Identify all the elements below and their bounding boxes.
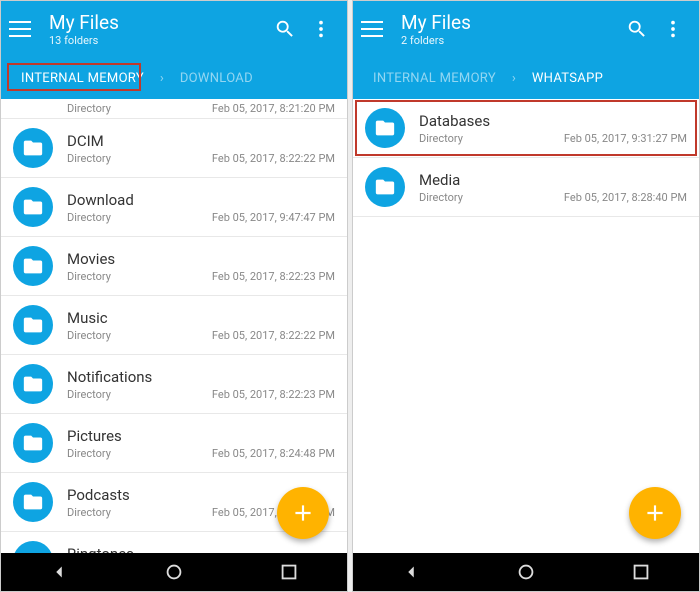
search-icon[interactable] bbox=[267, 11, 303, 47]
menu-icon[interactable] bbox=[9, 15, 37, 43]
folder-type-label: Directory bbox=[67, 388, 111, 401]
list-item[interactable]: Directory Feb 05, 2017, 8:21:20 PM bbox=[1, 99, 347, 119]
row-text: Databases Directory Feb 05, 2017, 9:31:27 … bbox=[419, 112, 687, 145]
list-item[interactable]: Music Directory Feb 05, 2017, 8:22:22 PM bbox=[1, 296, 347, 355]
nav-home-icon[interactable] bbox=[515, 561, 537, 583]
folder-type-label: Directory bbox=[67, 102, 111, 115]
folder-icon bbox=[365, 108, 405, 148]
folder-type-label: Directory bbox=[419, 191, 463, 204]
folder-date-label: Feb 05, 2017, 8:22:23 PM bbox=[212, 270, 335, 283]
folder-name-label: Media bbox=[419, 171, 687, 189]
folder-date-label: Feb 05, 2017, 8:28:40 PM bbox=[564, 191, 687, 204]
search-icon[interactable] bbox=[619, 11, 655, 47]
screen-right: My Files 2 folders INTERNAL MEMORY › WHA… bbox=[352, 0, 700, 592]
list-item[interactable]: Movies Directory Feb 05, 2017, 8:22:23 PM bbox=[1, 237, 347, 296]
folder-icon bbox=[13, 482, 53, 522]
screen-left: My Files 13 folders INTERNAL MEMORY › DO… bbox=[0, 0, 348, 592]
folder-date-label: Feb 05, 2017, 9:31:27 PM bbox=[564, 132, 687, 145]
folder-name-label: Movies bbox=[67, 250, 335, 268]
fab-add[interactable] bbox=[277, 487, 329, 539]
folder-type-label: Directory bbox=[419, 132, 463, 145]
title-block: My Files 13 folders bbox=[49, 11, 267, 47]
app-bar: My Files 13 folders bbox=[1, 1, 347, 57]
nav-back-icon[interactable] bbox=[48, 561, 70, 583]
folder-name-label: Databases bbox=[419, 112, 687, 130]
folder-date-label: Feb 05, 2017, 9:47:47 PM bbox=[212, 211, 335, 224]
folder-date-label: Feb 05, 2017, 8:22:23 PM bbox=[212, 388, 335, 401]
app-bar: My Files 2 folders bbox=[353, 1, 699, 57]
folder-type-label: Directory bbox=[67, 506, 111, 519]
list-item[interactable]: Pictures Directory Feb 05, 2017, 8:24:48 P… bbox=[1, 414, 347, 473]
folder-icon bbox=[13, 423, 53, 463]
row-text: Music Directory Feb 05, 2017, 8:22:22 PM bbox=[67, 309, 335, 342]
folder-type-label: Directory bbox=[67, 329, 111, 342]
row-text: Movies Directory Feb 05, 2017, 8:22:23 PM bbox=[67, 250, 335, 283]
crumb-internal-memory[interactable]: INTERNAL MEMORY bbox=[11, 66, 154, 91]
nav-back-icon[interactable] bbox=[400, 561, 422, 583]
folder-name-label: Pictures bbox=[67, 427, 335, 445]
nav-recent-icon[interactable] bbox=[278, 561, 300, 583]
crumb-internal-memory[interactable]: INTERNAL MEMORY bbox=[363, 66, 506, 91]
app-subtitle: 2 folders bbox=[401, 34, 619, 47]
nav-bar bbox=[1, 553, 347, 591]
folder-type-label: Directory bbox=[67, 447, 111, 460]
app-subtitle: 13 folders bbox=[49, 34, 267, 47]
row-text: Download Directory Feb 05, 2017, 9:47:47 P… bbox=[67, 191, 335, 224]
breadcrumb: INTERNAL MEMORY › WHATSAPP bbox=[353, 57, 699, 99]
list-item[interactable]: Media Directory Feb 05, 2017, 8:28:40 PM bbox=[353, 158, 699, 217]
folder-date-label: Feb 05, 2017, 8:21:20 PM bbox=[212, 102, 335, 115]
fab-add[interactable] bbox=[629, 487, 681, 539]
row-text: Media Directory Feb 05, 2017, 8:28:40 PM bbox=[419, 171, 687, 204]
folder-date-label: Feb 05, 2017, 8:22:22 PM bbox=[212, 152, 335, 165]
folder-icon bbox=[13, 364, 53, 404]
list-item[interactable]: DCIM Directory Feb 05, 2017, 8:22:22 PM bbox=[1, 119, 347, 178]
crumb-whatsapp[interactable]: WHATSAPP bbox=[522, 66, 613, 91]
folder-icon bbox=[365, 167, 405, 207]
title-block: My Files 2 folders bbox=[401, 11, 619, 47]
menu-icon[interactable] bbox=[361, 15, 389, 43]
folder-icon bbox=[13, 541, 53, 553]
crumb-download[interactable]: DOWNLOAD bbox=[170, 66, 263, 91]
nav-home-icon[interactable] bbox=[163, 561, 185, 583]
folder-type-label: Directory bbox=[67, 211, 111, 224]
folder-icon bbox=[13, 246, 53, 286]
chevron-right-icon: › bbox=[160, 71, 164, 86]
folder-date-label: Feb 05, 2017, 8:24:48 PM bbox=[212, 447, 335, 460]
folder-icon bbox=[13, 128, 53, 168]
folder-name-label: Download bbox=[67, 191, 335, 209]
folder-icon bbox=[13, 187, 53, 227]
chevron-right-icon: › bbox=[512, 71, 516, 86]
nav-bar bbox=[353, 553, 699, 591]
folder-name-label: Music bbox=[67, 309, 335, 327]
folder-name-label: Notifications bbox=[67, 368, 335, 386]
list-item[interactable]: Databases Directory Feb 05, 2017, 9:31:27 … bbox=[353, 99, 699, 158]
app-title: My Files bbox=[401, 11, 619, 34]
folder-name-label: DCIM bbox=[67, 132, 335, 150]
folder-date-label: Feb 05, 2017, 8:22:22 PM bbox=[212, 329, 335, 342]
row-text: Notifications Directory Feb 05, 2017, 8:22… bbox=[67, 368, 335, 401]
folder-list[interactable]: Databases Directory Feb 05, 2017, 9:31:27 … bbox=[353, 99, 699, 553]
row-text: DCIM Directory Feb 05, 2017, 8:22:22 PM bbox=[67, 132, 335, 165]
nav-recent-icon[interactable] bbox=[630, 561, 652, 583]
more-vert-icon[interactable] bbox=[655, 11, 691, 47]
app-title: My Files bbox=[49, 11, 267, 34]
row-text: Pictures Directory Feb 05, 2017, 8:24:48 P… bbox=[67, 427, 335, 460]
folder-list[interactable]: Directory Feb 05, 2017, 8:21:20 PM DCIM Dir… bbox=[1, 99, 347, 553]
folder-type-label: Directory bbox=[67, 270, 111, 283]
list-item[interactable]: Notifications Directory Feb 05, 2017, 8:22… bbox=[1, 355, 347, 414]
list-item[interactable]: Download Directory Feb 05, 2017, 9:47:47 P… bbox=[1, 178, 347, 237]
folder-icon bbox=[13, 305, 53, 345]
folder-type-label: Directory bbox=[67, 152, 111, 165]
row-text: RingtonesDirectoryFeb 05, 2017, 8:22:23 … bbox=[67, 545, 335, 554]
folder-name-label: Ringtones bbox=[67, 545, 335, 554]
breadcrumb: INTERNAL MEMORY › DOWNLOAD bbox=[1, 57, 347, 99]
more-vert-icon[interactable] bbox=[303, 11, 339, 47]
